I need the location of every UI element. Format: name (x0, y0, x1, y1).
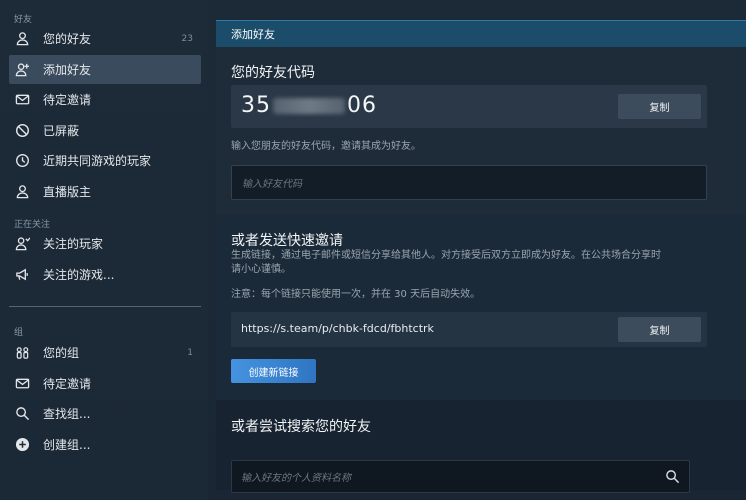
code-hint: 输入您朋友的好友代码，邀请其成为好友。 (231, 141, 421, 152)
panel-header: 添加好友 (216, 20, 746, 47)
sidebar-item-blocked[interactable]: 已屏蔽 (9, 116, 201, 145)
friend-code: 35 06 (241, 93, 377, 118)
sidebar-item-followed-games[interactable]: 关注的游戏... (9, 260, 201, 289)
sidebar-item-pending-invites[interactable]: 待定邀请 (9, 85, 201, 114)
megaphone-icon (14, 267, 30, 283)
invite-link-box: https://s.team/p/chbk-fdcd/fbhtctrk 复制 (231, 312, 707, 347)
invite-link: https://s.team/p/chbk-fdcd/fbhtctrk (241, 322, 434, 335)
sidebar-item-your-groups[interactable]: 您的组 1 (9, 338, 201, 367)
plus-circle-icon (14, 437, 30, 453)
sidebar-item-label: 关注的玩家 (43, 237, 104, 251)
quick-invite-desc-2: 请小心谨慎。 (231, 264, 291, 275)
add-friend-panel: 添加好友 您的好友代码 35 06 复制 输入您朋友的好友代码，邀请其成为好友。… (216, 20, 746, 493)
sidebar-item-label: 已屏蔽 (43, 124, 80, 138)
group-icon (14, 345, 30, 361)
sidebar-item-broadcast-moderators[interactable]: 直播版主 (9, 177, 201, 206)
quick-invite-section: 或者发送快速邀请 生成链接，通过电子邮件或短信分享给其他人。对方接受后双方立即成… (216, 215, 746, 400)
envelope-icon (14, 92, 30, 108)
sidebar-item-label: 添加好友 (43, 63, 92, 77)
blocked-icon (14, 123, 30, 139)
sidebar-divider (9, 306, 201, 307)
add-person-icon (14, 62, 30, 78)
sidebar-item-followed-players[interactable]: 关注的玩家 (9, 229, 201, 258)
friends-count: 23 (181, 33, 193, 44)
sidebar-item-recently-played[interactable]: 近期共同游戏的玩家 (9, 146, 201, 175)
search-icon (14, 406, 30, 422)
friend-code-suffix: 06 (347, 93, 377, 118)
create-new-link-button[interactable]: 创建新链接 (231, 359, 316, 383)
sidebar-item-add-friend[interactable]: 添加好友 (9, 55, 201, 84)
copy-link-button[interactable]: 复制 (618, 317, 701, 342)
sidebar-item-label: 近期共同游戏的玩家 (43, 154, 152, 168)
follow-person-icon (14, 236, 30, 252)
sidebar-item-label: 关注的游戏... (43, 268, 115, 282)
search-icon[interactable] (665, 469, 680, 484)
moderator-person-icon (14, 184, 30, 200)
sidebar-item-label: 您的好友 (43, 32, 92, 46)
sidebar-item-group-invites[interactable]: 待定邀请 (9, 369, 201, 398)
copy-code-button[interactable]: 复制 (618, 94, 701, 119)
groups-count: 1 (187, 347, 193, 358)
sidebar-item-your-friends[interactable]: 您的好友 23 (9, 24, 201, 53)
redacted-code (273, 97, 345, 114)
search-placeholder: 输入好友的个人资料名称 (241, 473, 351, 484)
sidebar-item-create-group[interactable]: 创建组... (9, 430, 201, 459)
person-icon (14, 31, 30, 47)
search-friends-title: 或者尝试搜索您的好友 (231, 419, 371, 435)
friend-code-title: 您的好友代码 (231, 65, 315, 81)
friend-code-box: 35 06 复制 (231, 85, 707, 128)
groups-section-label: 组 (14, 328, 24, 338)
friend-code-prefix: 35 (241, 93, 271, 118)
friend-code-section: 您的好友代码 35 06 复制 输入您朋友的好友代码，邀请其成为好友。 输入好友… (216, 47, 746, 215)
quick-invite-desc-1: 生成链接，通过电子邮件或短信分享给其他人。对方接受后双方立即成为好友。在公共场合… (231, 250, 661, 261)
friend-code-input[interactable]: 输入好友代码 (231, 165, 707, 200)
sidebar-item-label: 您的组 (43, 346, 80, 360)
sidebar-item-find-groups[interactable]: 查找组... (9, 399, 201, 428)
sidebar-item-label: 创建组... (43, 438, 91, 452)
search-friends-section: 或者尝试搜索您的好友 输入好友的个人资料名称 (216, 400, 746, 493)
quick-invite-note: 注意：每个链接只能使用一次，并在 30 天后自动失效。 (231, 289, 481, 300)
sidebar: 好友 您的好友 23 添加好友 待定邀请 已屏蔽 近期共同游戏的玩家 直播版主 … (0, 0, 208, 500)
sidebar-item-label: 待定邀请 (43, 377, 92, 391)
sidebar-item-label: 待定邀请 (43, 93, 92, 107)
profile-search-input[interactable]: 输入好友的个人资料名称 (231, 460, 690, 493)
sidebar-item-label: 查找组... (43, 407, 91, 421)
clock-icon (14, 153, 30, 169)
envelope-icon (14, 376, 30, 392)
quick-invite-title: 或者发送快速邀请 (231, 233, 343, 249)
sidebar-item-label: 直播版主 (43, 185, 92, 199)
